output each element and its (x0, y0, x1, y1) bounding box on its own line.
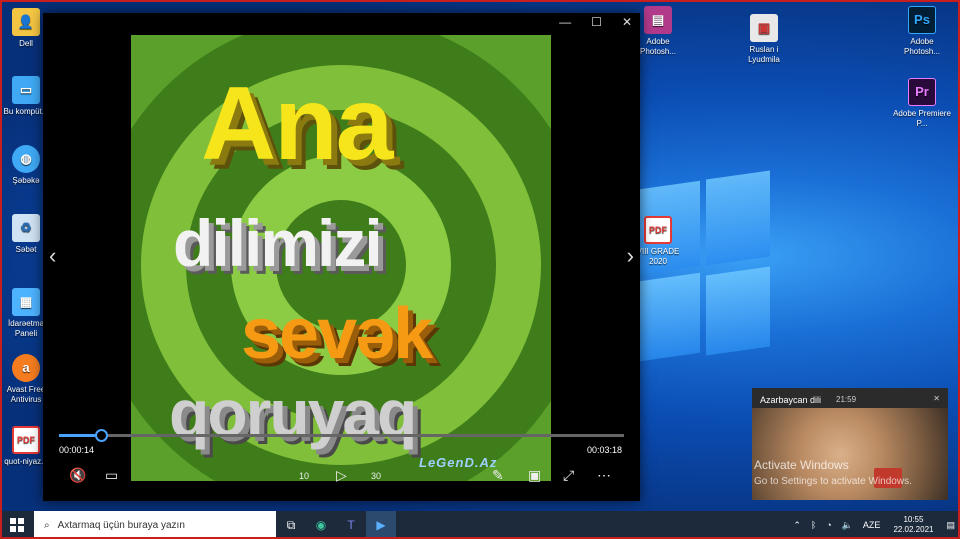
search-icon: ⌕ (44, 519, 50, 531)
movies-tv-icon[interactable]: ▶ (366, 511, 396, 539)
video-file-icon: ▣ (750, 14, 778, 42)
network-status-icon[interactable]: ◔ (826, 520, 831, 530)
desktop-icon-label: Adobe Premiere P... (893, 109, 951, 128)
previous-arrow-icon[interactable]: ‹ (49, 243, 56, 269)
avast-icon: a (12, 354, 40, 382)
desktop-icon-ruslan[interactable]: ▣ Ruslan i Lyudmila (734, 14, 794, 65)
current-time: 00:00:14 (59, 445, 95, 455)
winrar-icon: ▤ (644, 6, 672, 34)
video-logo: LeGenD.Az (419, 455, 498, 470)
recycle-bin-icon: ♻ (12, 214, 40, 242)
activate-windows-subtitle: Go to Settings to activate Windows. (754, 476, 912, 487)
desktop-icon-label: Adobe Photosh... (903, 37, 941, 56)
task-view-icon[interactable]: ⧉ (276, 511, 306, 539)
control-panel-icon: ▦ (12, 288, 40, 316)
notification-title: Azarbaycan dili (760, 395, 822, 405)
seek-handle[interactable] (94, 429, 108, 442)
desktop-icon-label: Ruslan i Lyudmila (748, 45, 780, 64)
desktop-icon-premiere[interactable]: Pr Adobe Premiere P... (892, 78, 952, 129)
volume-icon[interactable]: 🔈 (842, 520, 853, 531)
rewind-10-icon[interactable]: 10 (299, 471, 309, 481)
clock-date: 22.02.2021 (893, 525, 934, 534)
video-title-word: qoruyaq (169, 376, 417, 450)
taskbar-clock[interactable]: 10:55 22.02.2021 (893, 515, 933, 535)
computer-icon: ▭ (12, 76, 40, 104)
network-icon: ◍ (12, 145, 40, 173)
fullscreen-icon[interactable]: ⤢ (563, 467, 574, 484)
photoshop-icon: Ps (908, 6, 936, 34)
language-indicator[interactable]: AZE (863, 520, 881, 530)
total-time: 00:03:18 (586, 445, 622, 455)
notification-time: 21:59 (836, 395, 857, 404)
windows-start-icon (10, 518, 24, 532)
teams-icon[interactable]: T (336, 511, 366, 539)
video-title-word: Ana (201, 66, 393, 182)
back-arrow-icon[interactable]: ← (55, 18, 67, 32)
more-options-icon[interactable]: ⋯ (597, 467, 611, 484)
video-title-word: dilimizi (173, 206, 383, 280)
mini-view-icon[interactable]: ▣ (528, 467, 541, 484)
notification-close-icon[interactable]: ✕ (933, 394, 940, 403)
video-player-window: ← — ☐ ✕ Ana dilimizi sevək qoruyaq LeGen… (43, 13, 640, 501)
video-frame[interactable]: Ana dilimizi sevək qoruyaq LeGenD.Az (131, 35, 551, 481)
desktop-icon-photoshop[interactable]: Ps Adobe Photosh... (892, 6, 952, 57)
minimize-button[interactable]: — (559, 15, 571, 29)
user-folder-icon: 👤 (12, 8, 40, 36)
forward-30-icon[interactable]: 30 (371, 471, 381, 481)
activate-windows-title: Activate Windows (754, 458, 849, 472)
subtitles-icon[interactable]: ▭ (105, 467, 118, 484)
notifications-icon[interactable]: ▤ (946, 520, 955, 531)
window-controls: — ☐ ✕ (559, 15, 632, 29)
premiere-icon: Pr (908, 78, 936, 106)
play-icon[interactable]: ▷ (336, 467, 347, 484)
search-placeholder: Axtarmaq üçün buraya yazın (57, 519, 185, 531)
video-title-word: sevək (241, 294, 433, 374)
taskbar: ⌕ Axtarmaq üçün buraya yazın ⧉ ◉ T ▶ ⌃ ᛒ… (0, 511, 960, 539)
taskbar-search-box[interactable]: ⌕ Axtarmaq üçün buraya yazın (34, 511, 276, 539)
mute-icon[interactable]: 🔇 (69, 467, 86, 484)
clock-time: 10:55 (903, 515, 924, 524)
maximize-button[interactable]: ☐ (591, 15, 602, 29)
pdf-icon: PDF (12, 426, 40, 454)
start-button[interactable] (0, 511, 34, 539)
bluetooth-icon[interactable]: ᛒ (811, 520, 816, 530)
next-arrow-icon[interactable]: › (627, 243, 634, 269)
show-hidden-icons[interactable]: ⌃ (793, 520, 801, 531)
close-button[interactable]: ✕ (622, 15, 632, 29)
pdf-icon: PDF (644, 216, 672, 244)
edit-icon[interactable]: ✎ (492, 467, 504, 484)
seek-bar[interactable] (59, 429, 624, 442)
windows-logo-wallpaper (640, 170, 780, 375)
edge-icon[interactable]: ◉ (306, 511, 336, 539)
system-tray: ⌃ ᛒ ◔ 🔈 AZE 10:55 22.02.2021 ▤ (788, 511, 960, 539)
